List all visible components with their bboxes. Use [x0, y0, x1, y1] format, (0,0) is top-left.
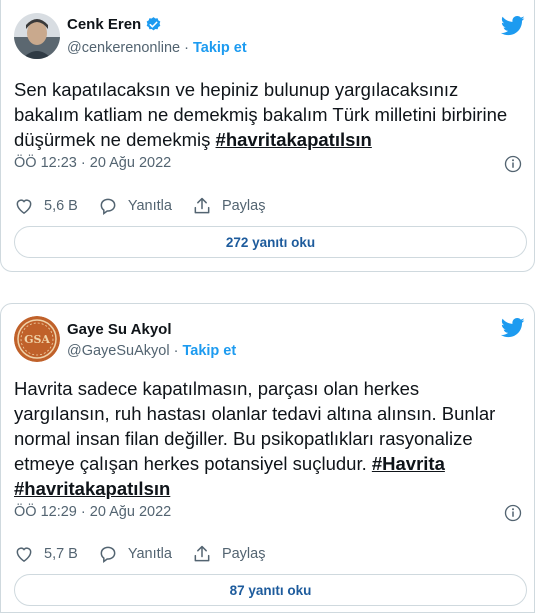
share-label: Paylaş: [221, 546, 266, 562]
reply-icon: [100, 546, 116, 563]
tweet-actions: 5,6 B Yanıtla Paylaş: [14, 196, 285, 216]
author-handle[interactable]: @cenkerenonline: [67, 40, 180, 56]
like-count: 5,7 B: [44, 546, 78, 562]
reply-icon: [100, 198, 116, 215]
like-action[interactable]: 5,6 B: [14, 196, 78, 216]
author-name[interactable]: Cenk Eren: [67, 16, 162, 33]
tweet-timestamp[interactable]: ÖÖ 12:29 · 20 Ağu 2022: [14, 504, 171, 520]
separator: ·: [184, 40, 189, 56]
share-action[interactable]: Paylaş: [192, 544, 266, 564]
heart-icon: [16, 547, 32, 562]
reply-label: Yanıtla: [127, 198, 172, 214]
reply-action[interactable]: Yanıtla: [98, 544, 172, 564]
share-icon: [194, 545, 210, 562]
hashtag-link[interactable]: #Havrita: [372, 453, 445, 474]
like-action[interactable]: 5,7 B: [14, 544, 78, 564]
handle-line: @cenkerenonline · Takip et: [67, 40, 247, 56]
tweet-actions: 5,7 B Yanıtla Paylaş: [14, 544, 285, 564]
tweet-card[interactable]: Cenk Eren @cenkerenonline · Takip et Sen…: [0, 0, 535, 272]
read-replies-button[interactable]: 87 yanıtı oku: [14, 574, 527, 606]
separator: ·: [173, 343, 179, 359]
handle-line: @GayeSuAkyol · Takip et: [67, 343, 236, 359]
tweet-text: Havrita sadece kapatılmasın, parçası ola…: [14, 376, 514, 501]
tweet-text: Sen kapatılacaksın ve hepiniz bulunup ya…: [14, 77, 514, 152]
reply-action[interactable]: Yanıtla: [98, 196, 172, 216]
share-action[interactable]: Paylaş: [192, 196, 266, 216]
avatar[interactable]: GSA: [14, 316, 60, 362]
info-icon[interactable]: [504, 504, 522, 522]
author-name[interactable]: Gaye Su Akyol: [67, 321, 172, 338]
twitter-bird-icon[interactable]: [501, 318, 525, 338]
heart-icon: [16, 199, 32, 214]
author-name-text[interactable]: Gaye Su Akyol: [67, 321, 172, 338]
avatar[interactable]: [14, 13, 60, 59]
author-handle[interactable]: @GayeSuAkyol: [67, 343, 170, 359]
share-label: Paylaş: [221, 198, 266, 214]
hashtag-link[interactable]: #havritakapatılsın: [216, 129, 372, 150]
avatar-initials: GSA: [24, 333, 50, 346]
follow-button[interactable]: Takip et: [193, 40, 247, 56]
reply-label: Yanıtla: [127, 546, 172, 562]
share-icon: [194, 197, 210, 214]
like-count: 5,6 B: [44, 198, 78, 214]
tweet-card[interactable]: GSA Gaye Su Akyol @GayeSuAkyol · Takip e…: [0, 303, 535, 613]
author-name-text[interactable]: Cenk Eren: [67, 16, 141, 33]
verified-badge-icon: [146, 17, 161, 31]
follow-button[interactable]: Takip et: [182, 343, 236, 359]
read-replies-button[interactable]: 272 yanıtı oku: [14, 226, 527, 258]
hashtag-link[interactable]: #havritakapatılsın: [14, 478, 170, 499]
tweet-timestamp[interactable]: ÖÖ 12:23 · 20 Ağu 2022: [14, 155, 171, 171]
info-icon[interactable]: [504, 155, 522, 173]
twitter-bird-icon[interactable]: [501, 16, 525, 36]
